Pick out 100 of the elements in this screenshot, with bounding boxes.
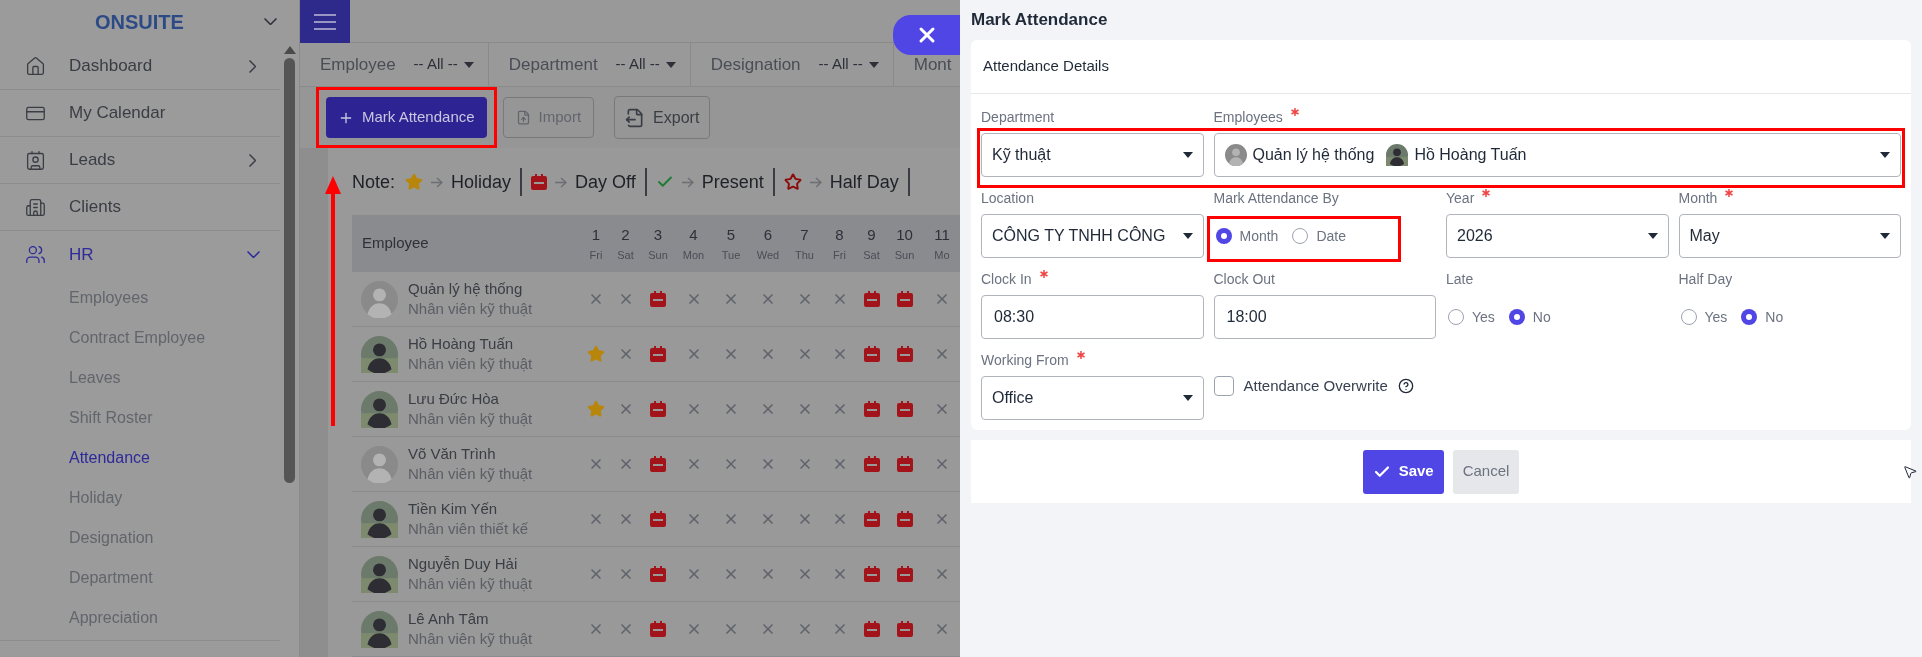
field-label: Year (1446, 189, 1475, 207)
star-icon (405, 173, 424, 191)
input-field[interactable]: 18:00 (1213, 295, 1436, 339)
cross-icon (760, 346, 776, 362)
employee-name: Lưu Đức Hòa (408, 389, 500, 409)
employees-select[interactable]: Quản lý hệ thống Hồ Hoàng Tuấn (1213, 133, 1901, 177)
menu-button[interactable] (300, 0, 350, 43)
caret-icon (1647, 233, 1658, 239)
sidebar-item[interactable]: Dashboard (0, 43, 280, 90)
weekday: Tue (721, 247, 741, 263)
dropdown-field[interactable]: CÔNG TY TNHH CÔNG (981, 214, 1204, 258)
filter-label: Mont (913, 53, 952, 76)
avatar (361, 610, 398, 648)
caret-icon (1182, 152, 1193, 158)
avatar (1386, 144, 1409, 166)
cross-icon (723, 456, 739, 472)
weekday: Mon (682, 247, 705, 263)
dropdown-field[interactable]: May (1678, 214, 1901, 258)
save-button[interactable]: Save (1362, 449, 1444, 494)
sidebar-subitem[interactable]: Shift Roster (0, 398, 280, 438)
weekday: Wed (756, 247, 780, 263)
mark-attendance-button[interactable]: Mark Attendance (326, 97, 487, 138)
dropdown-field[interactable]: 2026 (1446, 214, 1669, 258)
weekday: Fri (589, 247, 603, 263)
cross-icon (760, 621, 776, 637)
legend-label: Half Day (829, 170, 899, 194)
weekday: Sun (894, 247, 915, 263)
caret-icon (463, 61, 474, 68)
employee-designation: Nhân viên kỹ thuật (408, 354, 533, 374)
file-export-icon (625, 107, 646, 128)
sidebar-subitem[interactable]: Appreciation (0, 598, 280, 638)
radio-label: Yes (1704, 307, 1728, 327)
cross-icon (760, 456, 776, 472)
sidebar-subitem[interactable]: Leaves (0, 358, 280, 398)
employee-name: Lê Anh Tâm (408, 609, 490, 629)
sidebar-subitem[interactable]: Employees (0, 278, 280, 318)
sidebar-subitem[interactable]: Contract Employee (0, 318, 280, 358)
cross-icon (588, 456, 604, 472)
chevron-down-icon (264, 18, 277, 25)
help-icon[interactable] (1397, 378, 1414, 394)
employee-name: Quản lý hệ thống (408, 279, 524, 299)
filter-dropdown[interactable]: -- All -- (413, 53, 474, 76)
sidebar-item[interactable]: HR (0, 231, 280, 278)
field-label: Month (1678, 189, 1718, 207)
input-field[interactable]: 08:30 (981, 295, 1204, 339)
cross-icon (588, 291, 604, 307)
modal-title: Mark Attendance (971, 9, 1108, 32)
radio-button[interactable] (1215, 228, 1232, 244)
cross-icon (723, 511, 739, 527)
sidebar-item[interactable]: Clients (0, 184, 280, 231)
arrow-right-icon (809, 176, 822, 188)
avatar (361, 555, 398, 593)
cross-icon (588, 566, 604, 582)
day-number: 3 (653, 225, 663, 245)
cross-icon (760, 291, 776, 307)
users-icon (25, 244, 46, 265)
sidebar-subitem[interactable]: Holiday (0, 478, 280, 518)
day-number: 7 (800, 225, 809, 245)
legend-label: Present (701, 170, 764, 194)
avatar (361, 445, 398, 483)
field-label: Mark Attendance By (1213, 189, 1339, 207)
sidebar-item[interactable]: My Calendar (0, 90, 280, 137)
sidebar-subitem[interactable]: Department (0, 558, 280, 598)
employee-name: Tiền Kim Yến (408, 499, 499, 519)
dropdown-field[interactable]: Office (981, 376, 1204, 420)
cross-icon (934, 401, 950, 417)
field-label: Clock Out (1213, 270, 1275, 288)
radio-button[interactable] (1508, 309, 1525, 325)
radio-label: Date (1316, 226, 1346, 246)
section-title: Attendance Details (983, 56, 1109, 77)
radio-button[interactable] (1448, 309, 1464, 325)
filter-label: Employee (320, 53, 396, 76)
export-button[interactable]: Export (614, 96, 711, 139)
filter-dropdown[interactable]: -- All -- (615, 53, 676, 76)
field-label: Location (981, 189, 1034, 207)
sidebar-item[interactable]: Leads (0, 137, 280, 184)
cancel-button[interactable]: Cancel (1452, 449, 1520, 494)
cross-icon (760, 566, 776, 582)
day-number: 6 (763, 225, 773, 245)
caret-icon (1880, 233, 1890, 239)
cross-icon (723, 346, 739, 362)
radio-button[interactable] (1292, 228, 1309, 244)
legend-title: Note: (352, 170, 396, 194)
sidebar-subitem[interactable]: Attendance (0, 438, 280, 478)
employee-name: Võ Văn Trình (408, 444, 497, 464)
checkbox[interactable] (1213, 376, 1234, 396)
sidebar-subitem[interactable]: Designation (0, 518, 280, 558)
dropdown-field[interactable]: Kỹ thuật (981, 133, 1204, 177)
day-number: 2 (621, 225, 630, 245)
caret-icon (868, 61, 879, 68)
radio-button[interactable] (1741, 309, 1758, 325)
radio-button[interactable] (1680, 309, 1697, 325)
field-label: Late (1446, 270, 1474, 288)
scroll-up-icon[interactable] (283, 46, 296, 54)
cross-icon (934, 291, 950, 307)
field-label: Working From (981, 351, 1069, 369)
cross-icon (934, 456, 950, 472)
filter-dropdown[interactable]: -- All -- (818, 53, 879, 76)
close-button[interactable] (893, 15, 960, 55)
day-number: 4 (689, 225, 698, 245)
